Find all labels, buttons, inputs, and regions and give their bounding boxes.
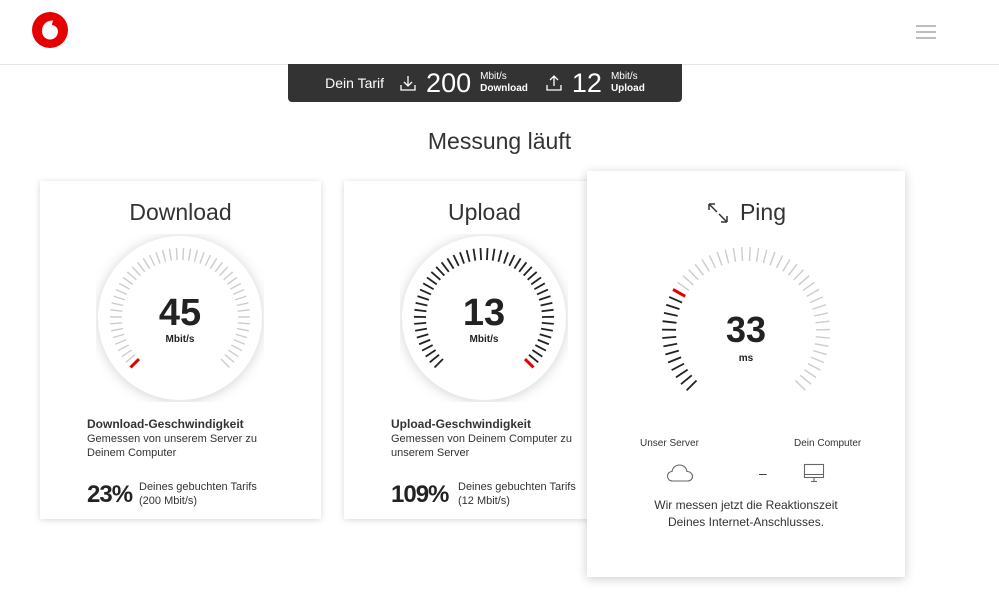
download-percent: 23% xyxy=(87,481,133,508)
download-percent-line1: Deines gebuchten Tarifs xyxy=(139,481,257,493)
upload-percent: 109% xyxy=(391,481,449,508)
upload-desc-line1: Gemessen von Deinem Computer zu xyxy=(391,433,572,445)
upload-percent-desc: Deines gebuchten Tarifs (12 Mbit/s) xyxy=(458,480,576,508)
gauge-tick xyxy=(755,247,760,262)
tarif-download-value: 200 xyxy=(426,67,472,98)
ping-value: 33 xyxy=(725,309,767,350)
gauge-tick xyxy=(787,263,798,276)
download-icon xyxy=(400,76,416,91)
upload-desc-title: Upload-Geschwindigkeit xyxy=(391,417,532,431)
gauge-tick xyxy=(762,249,768,264)
tarif-download-label: Download xyxy=(480,83,528,94)
gauge-tick xyxy=(677,281,690,291)
tarif-upload-unit: Mbit/s Upload xyxy=(611,71,645,95)
page-title: Messung läuft xyxy=(427,128,572,154)
gauge-tick xyxy=(802,281,815,291)
connection-dash: – xyxy=(759,465,767,481)
download-card: Download 45 Mbit/s Download-Geschwindigk… xyxy=(40,181,321,519)
download-desc-title: Download-Geschwindigkeit xyxy=(87,417,244,431)
gauge-tick xyxy=(724,249,730,264)
gauge-tick xyxy=(682,275,694,286)
tarif-upload-unit-text: Mbit/s xyxy=(610,71,638,82)
upload-percent-line2: (12 Mbit/s) xyxy=(458,495,510,507)
gauge-tick xyxy=(803,369,817,378)
download-percent-desc: Deines gebuchten Tarifs (200 Mbit/s) xyxy=(139,480,257,508)
download-unit: Mbit/s xyxy=(165,334,195,345)
ping-message-line1: Wir messen jetzt die Reaktionszeit xyxy=(654,498,838,512)
gauge-tick xyxy=(694,263,705,276)
gauge-tick xyxy=(701,259,710,272)
gauge-tick xyxy=(793,269,804,281)
hamburger-menu-icon[interactable] xyxy=(916,25,936,39)
tarif-label: Dein Tarif xyxy=(325,75,385,91)
ping-header: Ping xyxy=(587,199,905,226)
ping-gauge: 33 ms xyxy=(660,245,832,417)
gauge-needle-tick xyxy=(672,288,686,298)
tarif-bar: Dein Tarif 200 Mbit/s Download 12 Mbit/s… xyxy=(288,64,682,102)
ping-unit: ms xyxy=(738,353,754,364)
header-bar xyxy=(0,0,999,65)
gauge-tick xyxy=(486,248,489,261)
download-title: Download xyxy=(129,199,232,225)
download-description: Download-Geschwindigkeit Gemessen von un… xyxy=(87,417,287,460)
gauge-tick xyxy=(688,269,699,281)
cloud-icon xyxy=(666,464,694,482)
download-gauge: 45 Mbit/s xyxy=(96,234,264,402)
upload-title: Upload xyxy=(448,199,521,225)
ping-message: Wir messen jetzt die Reaktionszeit Deine… xyxy=(587,497,905,531)
upload-card: Upload 13 Mbit/s Upload-Geschwindigkeit … xyxy=(344,181,625,519)
upload-percent-line1: Deines gebuchten Tarifs xyxy=(458,481,576,493)
gauge-tick xyxy=(782,259,791,272)
tarif-upload-label: Upload xyxy=(610,83,645,94)
computer-label: Dein Computer xyxy=(794,438,862,449)
ping-title: Ping xyxy=(739,199,787,225)
gauge-tick xyxy=(807,362,821,371)
gauge-tick xyxy=(685,379,698,392)
computer-icon xyxy=(803,463,825,483)
tarif-upload-value: 12 xyxy=(571,67,602,98)
gauge-tick xyxy=(775,255,784,269)
tarif-download-unit-text: Mbit/s xyxy=(480,71,507,82)
upload-icon xyxy=(546,75,562,91)
upload-gauge: 13 Mbit/s xyxy=(400,234,568,402)
gauge-tick xyxy=(479,248,482,261)
expand-arrows-icon xyxy=(708,202,728,223)
gauge-tick xyxy=(809,296,824,304)
gauge-tick xyxy=(769,251,776,266)
download-desc-line1: Gemessen von unserem Server zu xyxy=(87,433,257,445)
gauge-tick xyxy=(675,368,689,379)
gauge-tick xyxy=(806,288,820,297)
tarif-download-unit: Mbit/s Download xyxy=(480,71,528,95)
upload-unit: Mbit/s xyxy=(469,334,499,345)
gauge-tick xyxy=(671,362,685,371)
upload-desc-line2: unserem Server xyxy=(391,447,470,459)
gauge-tick xyxy=(748,247,751,262)
gauge-tick xyxy=(799,374,812,385)
gauge-tick xyxy=(716,251,723,266)
gauge-tick xyxy=(741,247,744,262)
gauge-tick xyxy=(182,248,185,261)
gauge-tick xyxy=(798,275,810,286)
gauge-tick xyxy=(668,296,683,304)
server-label: Unser Server xyxy=(640,438,699,449)
gauge-tick xyxy=(795,380,806,391)
ping-message-line2: Deines Internet-Anschlusses. xyxy=(667,515,825,529)
gauge-tick xyxy=(680,374,693,385)
ping-card: Ping 33 ms Unser Server Dein Computer – … xyxy=(587,171,905,577)
download-value: 45 xyxy=(158,292,202,334)
gauge-tick xyxy=(732,247,737,262)
download-percent-line2: (200 Mbit/s) xyxy=(139,495,198,507)
gauge-tick xyxy=(708,255,717,269)
vodafone-logo[interactable] xyxy=(32,12,68,48)
download-desc-line2: Deinem Computer xyxy=(87,447,177,459)
upload-value: 13 xyxy=(462,292,506,334)
gauge-tick xyxy=(175,248,178,261)
upload-description: Upload-Geschwindigkeit Gemessen von Dein… xyxy=(391,417,591,460)
